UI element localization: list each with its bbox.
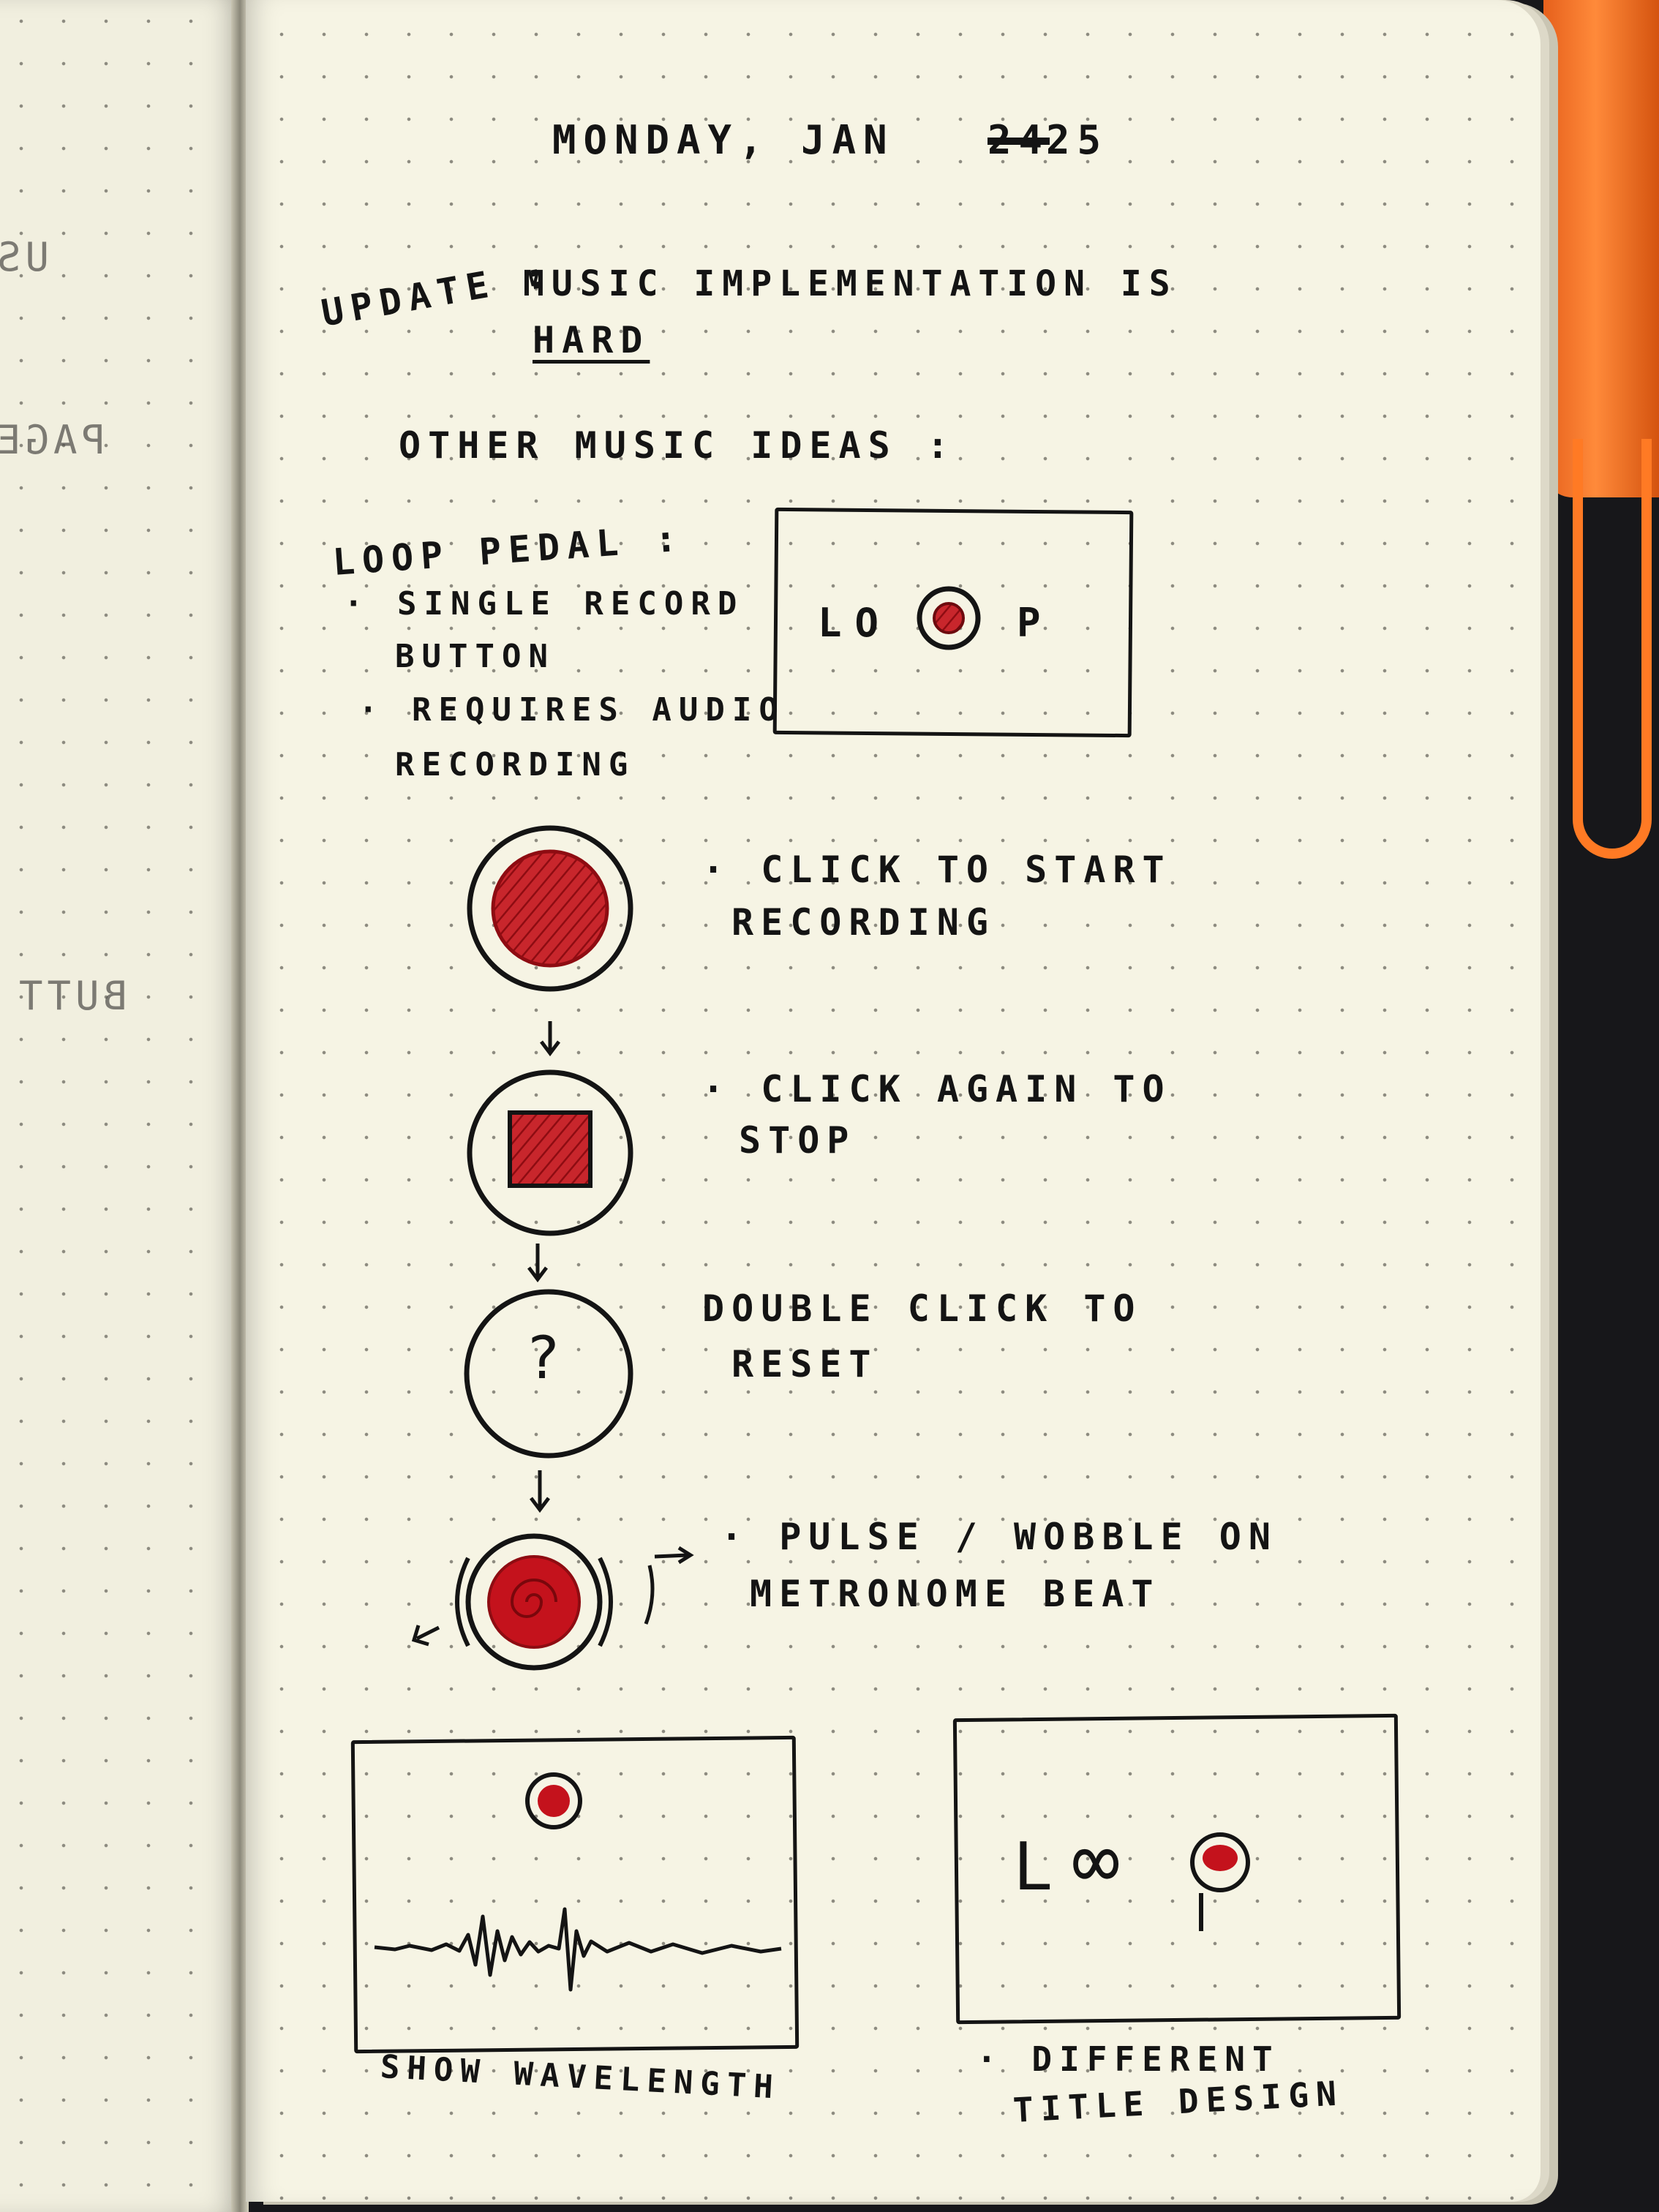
pulse-button-icon: [411, 1533, 694, 1671]
record-dot-icon: [1190, 1832, 1250, 1931]
record-button-icon: [917, 586, 981, 650]
record-dot-icon: [525, 1772, 582, 1829]
waveform-icon: [374, 1907, 782, 1992]
arrow-down-icon: [540, 1021, 560, 1057]
record-start-icon: [467, 825, 633, 992]
sketch-drawings: [374, 586, 1250, 1992]
arrow-down-icon: [530, 1470, 550, 1513]
arrow-down-icon: [527, 1244, 548, 1283]
reset-button-icon: [464, 1289, 633, 1459]
stop-button-icon: [467, 1069, 633, 1236]
